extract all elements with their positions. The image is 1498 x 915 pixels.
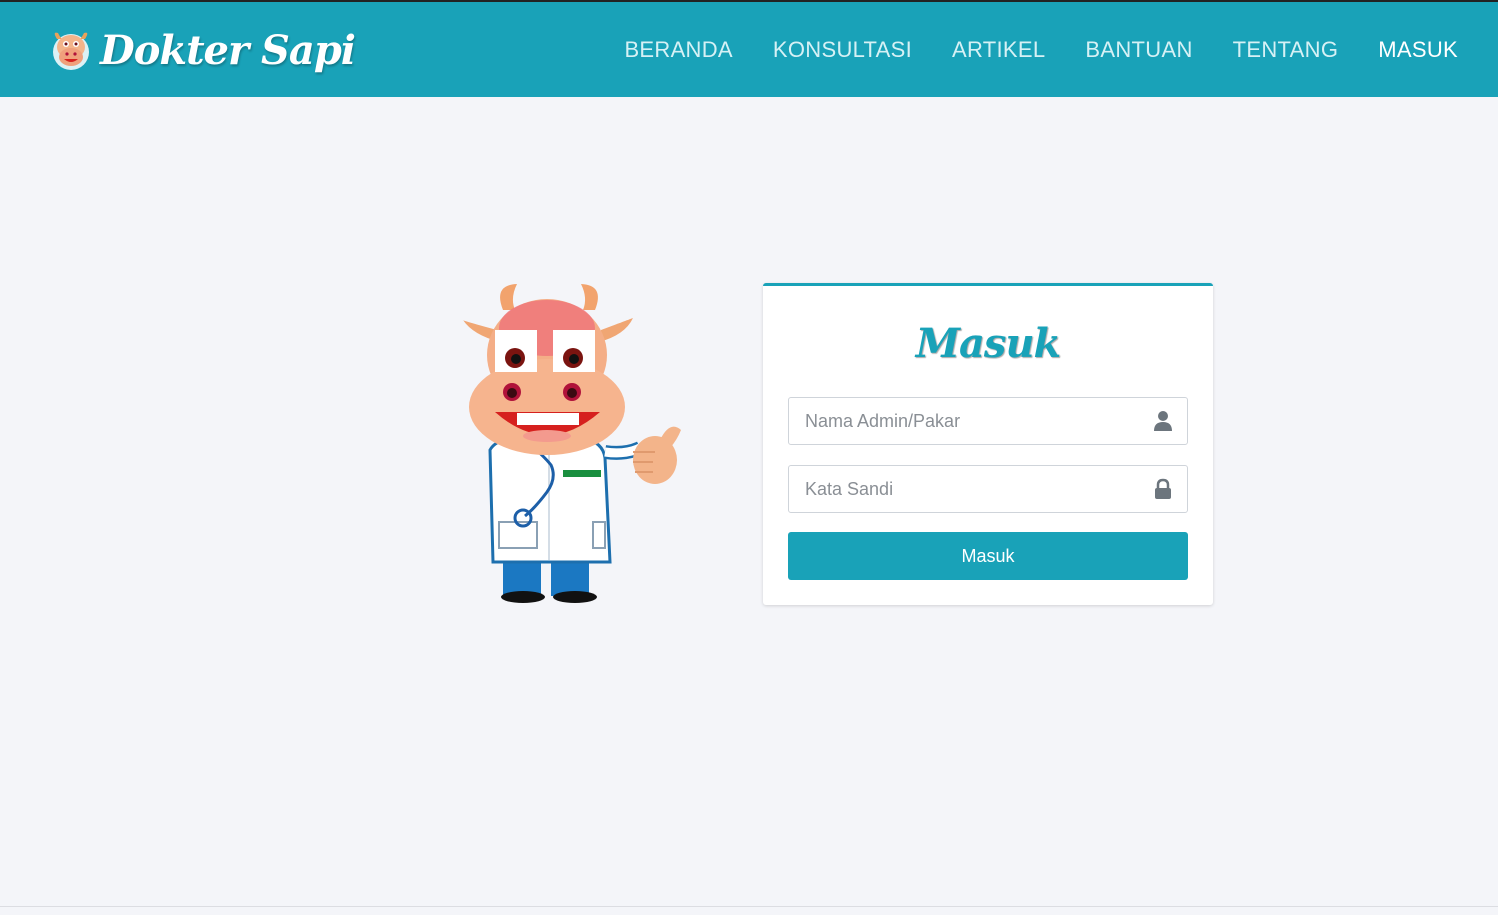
brand[interactable]: Dokter Sapi (48, 22, 356, 78)
login-title: Masuk (915, 320, 1062, 367)
login-submit-button[interactable]: Masuk (788, 532, 1188, 580)
navbar: Dokter Sapi BERANDA KONSULTASI ARTIKEL B… (0, 2, 1498, 97)
nav-item-konsultasi[interactable]: KONSULTASI (773, 37, 912, 63)
lock-icon (1155, 478, 1171, 499)
nav-item-tentang[interactable]: TENTANG (1233, 37, 1339, 63)
login-card: Masuk Masuk (763, 283, 1213, 605)
cow-face-icon (53, 32, 89, 70)
nav-item-bantuan[interactable]: BANTUAN (1085, 37, 1192, 63)
main-nav: BERANDA KONSULTASI ARTIKEL BANTUAN TENTA… (584, 2, 1458, 97)
brand-name: Dokter Sapi (100, 26, 356, 74)
nav-item-masuk[interactable]: MASUK (1378, 37, 1458, 63)
user-icon (1154, 411, 1172, 431)
nav-item-artikel[interactable]: ARTIKEL (952, 37, 1045, 63)
page-bottom-border (0, 906, 1498, 907)
password-field[interactable] (788, 465, 1188, 513)
password-input[interactable] (789, 466, 1149, 512)
cow-doctor-mascot-illustration (462, 284, 681, 603)
nav-item-beranda[interactable]: BERANDA (624, 37, 732, 63)
username-input[interactable] (789, 398, 1149, 444)
username-field[interactable] (788, 397, 1188, 445)
